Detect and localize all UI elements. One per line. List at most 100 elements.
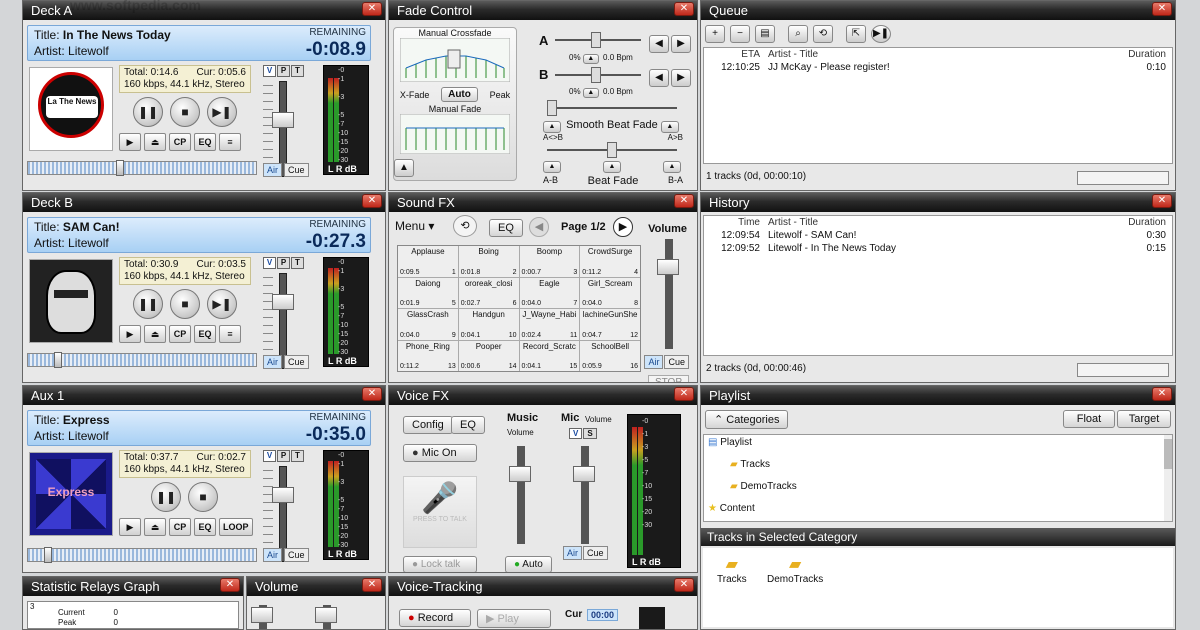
v-button[interactable]: V bbox=[263, 65, 276, 77]
eject-icon[interactable]: ⏏ bbox=[144, 325, 166, 343]
cp-button[interactable]: CP bbox=[169, 133, 191, 151]
cue-button[interactable]: Cue bbox=[284, 163, 309, 177]
cue-button[interactable]: Cue bbox=[284, 355, 309, 369]
table-row[interactable]: 12:09:52 Litewolf - In The News Today 0:15 bbox=[704, 242, 1172, 255]
eject-icon[interactable]: ⏏ bbox=[144, 133, 166, 151]
pitch-slider-b[interactable] bbox=[555, 67, 641, 83]
sound-fx-cell[interactable]: J_Wayne_Habi 0:02.4 11 bbox=[519, 309, 580, 340]
cp-button[interactable]: CP bbox=[169, 518, 191, 536]
add-icon[interactable]: + bbox=[705, 25, 725, 43]
close-icon[interactable]: ✕ bbox=[362, 578, 382, 592]
nudge-b-left-icon[interactable]: ◀ bbox=[649, 69, 669, 87]
save-icon[interactable]: ▤ bbox=[755, 25, 775, 43]
folder-demotracks[interactable]: ▰ DemoTracks bbox=[767, 554, 823, 585]
play-small-icon[interactable]: ▶ bbox=[119, 325, 141, 343]
export-icon[interactable]: ⇱ bbox=[846, 25, 866, 43]
close-icon[interactable]: ✕ bbox=[1152, 2, 1172, 16]
sound-fx-cell[interactable]: lachineGunShe 0:04.7 12 bbox=[580, 309, 640, 340]
folder-tracks[interactable]: ▰ Tracks bbox=[717, 554, 747, 585]
stop-button[interactable]: STOP bbox=[647, 375, 689, 382]
s-button[interactable]: S bbox=[583, 428, 597, 439]
play-small-icon[interactable]: ▶ bbox=[119, 518, 141, 536]
v-button[interactable]: V bbox=[263, 257, 276, 269]
beat-fade-slider[interactable] bbox=[547, 142, 677, 158]
refresh-icon[interactable]: ⟲ bbox=[813, 25, 833, 43]
smooth-fade-down-icon[interactable]: ▲ bbox=[660, 121, 679, 133]
loop-button[interactable]: LOOP bbox=[219, 518, 253, 536]
seek-bar[interactable] bbox=[27, 547, 257, 563]
air-button[interactable]: Air bbox=[263, 548, 282, 562]
sound-fx-cell[interactable]: SchoolBell 0:05.9 16 bbox=[580, 340, 640, 371]
volume-fader-left[interactable] bbox=[251, 605, 273, 629]
nudge-b-right-icon[interactable]: ▶ bbox=[671, 69, 691, 87]
nudge-a-right-icon[interactable]: ▶ bbox=[671, 35, 691, 53]
smooth-fade-up-icon[interactable]: ▲ bbox=[543, 121, 561, 133]
stop-button[interactable]: ■ bbox=[170, 289, 200, 319]
fx-volume-fader[interactable] bbox=[657, 239, 679, 349]
next-page-icon[interactable]: ▶ bbox=[613, 217, 633, 237]
tree-item[interactable]: ▤ Playlist bbox=[708, 437, 752, 448]
eq-button[interactable]: EQ bbox=[194, 325, 216, 343]
remove-icon[interactable]: − bbox=[730, 25, 750, 43]
play-small-icon[interactable]: ▶ bbox=[119, 133, 141, 151]
lock-talk-button[interactable]: ● Lock talk bbox=[403, 556, 477, 572]
mic-volume-fader[interactable] bbox=[573, 446, 595, 544]
table-row[interactable]: 12:10:25 JJ McKay - Please register! 0:10 bbox=[704, 61, 1172, 74]
menu-button[interactable]: ≡ bbox=[219, 325, 241, 343]
press-to-talk-button[interactable]: 🎤 PRESS TO TALK bbox=[403, 476, 477, 548]
close-icon[interactable]: ✕ bbox=[1152, 387, 1172, 401]
stop-button[interactable]: ■ bbox=[188, 482, 218, 512]
sound-fx-cell[interactable]: Record_Scratc 0:04.1 15 bbox=[519, 340, 580, 371]
eq-button[interactable]: EQ bbox=[451, 416, 485, 434]
record-button[interactable]: ● Record bbox=[399, 609, 471, 627]
eq-button[interactable]: EQ bbox=[194, 133, 216, 151]
sound-fx-cell[interactable]: Handgun 0:04.1 10 bbox=[458, 309, 519, 340]
close-icon[interactable]: ✕ bbox=[674, 194, 694, 208]
t-button[interactable]: T bbox=[291, 257, 304, 269]
volume-fader-right[interactable] bbox=[315, 605, 337, 629]
t-button[interactable]: T bbox=[291, 450, 304, 462]
nudge-a-left-icon[interactable]: ◀ bbox=[649, 35, 669, 53]
eq-button[interactable]: EQ bbox=[489, 219, 523, 237]
sound-fx-cell[interactable]: Pooper 0:00.6 14 bbox=[458, 340, 519, 371]
sound-fx-cell[interactable]: Phone_Ring 0:11.2 13 bbox=[398, 340, 458, 371]
sound-fx-cell[interactable]: Eagle 0:04.0 7 bbox=[519, 277, 580, 308]
p-button[interactable]: P bbox=[277, 450, 290, 462]
tree-item[interactable]: ▰ DemoTracks bbox=[730, 481, 797, 492]
v-button[interactable]: V bbox=[263, 450, 276, 462]
cue-button[interactable]: Cue bbox=[583, 546, 608, 560]
close-icon[interactable]: ✕ bbox=[362, 194, 382, 208]
config-button[interactable]: Config bbox=[403, 416, 453, 434]
close-icon[interactable]: ✕ bbox=[674, 387, 694, 401]
sound-fx-cell[interactable]: Boomp 0:00.7 3 bbox=[519, 246, 580, 277]
menu-button[interactable]: ≡ bbox=[219, 133, 241, 151]
sound-fx-cell[interactable]: Boing 0:01.8 2 bbox=[458, 246, 519, 277]
menu-dropdown[interactable]: Menu ▾ bbox=[395, 219, 434, 233]
pause-button[interactable]: ❚❚ bbox=[151, 482, 181, 512]
pause-button[interactable]: ❚❚ bbox=[133, 289, 163, 319]
air-button[interactable]: Air bbox=[644, 355, 664, 369]
smooth-fade-slider[interactable] bbox=[547, 100, 677, 116]
air-button[interactable]: Air bbox=[263, 355, 282, 369]
beat-fade-icon[interactable]: ▲ bbox=[603, 161, 621, 173]
auto-button[interactable]: Auto bbox=[441, 87, 478, 102]
mic-on-button[interactable]: ● Mic On bbox=[403, 444, 477, 462]
v-button[interactable]: V bbox=[569, 428, 583, 439]
close-icon[interactable]: ✕ bbox=[362, 387, 382, 401]
close-icon[interactable]: ✕ bbox=[362, 2, 382, 16]
close-icon[interactable]: ✕ bbox=[220, 578, 240, 592]
eq-button[interactable]: EQ bbox=[194, 518, 216, 536]
cue-button[interactable]: Cue bbox=[284, 548, 309, 562]
air-button[interactable]: Air bbox=[263, 163, 282, 177]
categories-button[interactable]: ⌃ Categories bbox=[705, 410, 789, 429]
auto-button[interactable]: ● Auto bbox=[505, 556, 552, 572]
beat-fade-ba-icon[interactable]: ▲ bbox=[663, 161, 681, 173]
seek-bar[interactable] bbox=[27, 352, 257, 368]
p-button[interactable]: P bbox=[277, 65, 290, 77]
close-icon[interactable]: ✕ bbox=[674, 2, 694, 16]
sound-fx-cell[interactable]: Daiong 0:01.9 5 bbox=[398, 277, 458, 308]
air-button[interactable]: Air bbox=[563, 546, 582, 560]
manual-fade-curve[interactable] bbox=[399, 113, 511, 155]
tree-item[interactable]: ★ Content bbox=[708, 503, 755, 514]
pause-button[interactable]: ❚❚ bbox=[133, 97, 163, 127]
